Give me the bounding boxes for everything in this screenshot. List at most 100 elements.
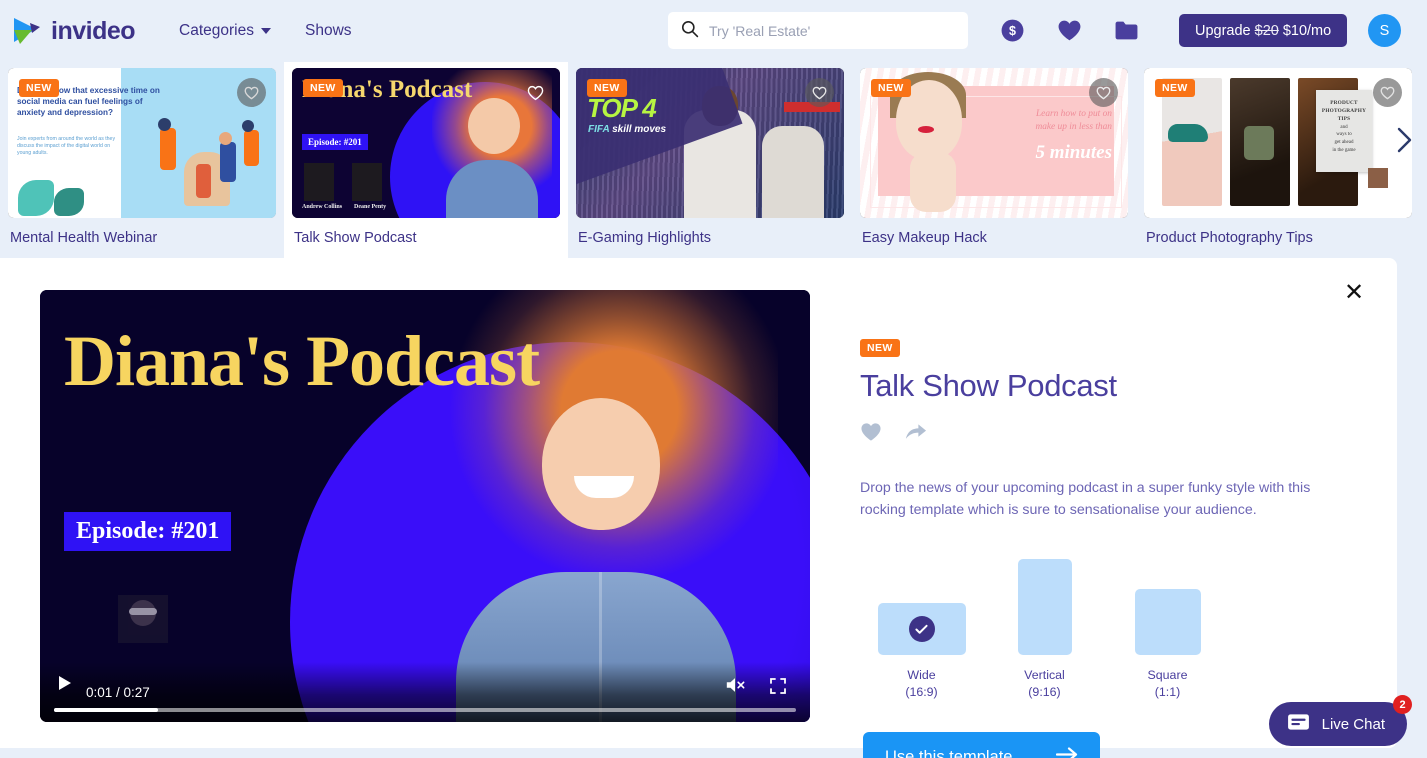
search-bar[interactable] — [668, 12, 968, 49]
thumb-line2: make up in less than — [1035, 122, 1112, 132]
aspect-ratio-name: Square — [1148, 668, 1188, 682]
avatar[interactable]: S — [1368, 14, 1401, 47]
template-title: Product Photography Tips — [1144, 230, 1412, 246]
video-progress-fill — [54, 708, 158, 712]
live-chat-label: Live Chat — [1322, 716, 1385, 733]
detail-title: Talk Show Podcast — [860, 368, 1350, 404]
aspect-ratio-option-vertical[interactable]: Vertical (9:16) — [983, 559, 1106, 702]
aspect-ratio-option-wide[interactable]: Wide (16:9) — [860, 603, 983, 702]
thumb-note-l3: get ahead — [1316, 139, 1372, 147]
aspect-ratio-name: Wide — [907, 668, 935, 682]
template-card[interactable]: Did you know that excessive time on soci… — [0, 62, 284, 258]
close-icon[interactable]: ✕ — [1341, 280, 1367, 306]
check-circle-icon — [909, 616, 935, 642]
upgrade-prefix: Upgrade — [1195, 23, 1251, 39]
search-icon — [680, 19, 699, 43]
thumb-note-l4: in the game — [1316, 147, 1372, 155]
aspect-ratio-swatch — [878, 603, 966, 655]
thumb-line1: Learn how to put on — [1036, 109, 1112, 119]
thumb-subtext: Join experts from around the world as th… — [17, 136, 121, 157]
nav-item-shows[interactable]: Shows — [305, 22, 352, 40]
thumb-headline: TOP 4 — [587, 93, 656, 124]
video-guest-thumbnail — [118, 595, 168, 643]
favorite-heart-icon[interactable] — [521, 78, 550, 107]
thumb-note-l1: and — [1316, 124, 1372, 132]
use-template-label: Use this template — [885, 748, 1012, 758]
play-triangle-icon — [10, 14, 44, 48]
live-chat-unread-badge: 2 — [1393, 695, 1412, 714]
video-player[interactable]: Diana's Podcast Episode: #201 0:01 / 0:2… — [40, 290, 810, 722]
upgrade-button[interactable]: Upgrade $20 $10/mo — [1179, 14, 1347, 47]
template-thumbnail[interactable]: Did you know that excessive time on soci… — [8, 68, 276, 218]
template-detail-modal: ✕ Diana's Podcast Episode: #201 — [0, 258, 1397, 748]
template-title: E-Gaming Highlights — [576, 230, 844, 246]
template-detail-panel: NEW Talk Show Podcast Drop the news of y… — [860, 338, 1350, 758]
template-title: Talk Show Podcast — [292, 230, 560, 246]
aspect-ratio-selector: Wide (16:9) Vertical (9:16) Square (1: — [860, 559, 1350, 702]
detail-description: Drop the news of your upcoming podcast i… — [860, 477, 1350, 521]
favorite-heart-icon[interactable] — [237, 78, 266, 107]
template-title: Mental Health Webinar — [8, 230, 276, 246]
thumb-episode: Episode: #201 — [302, 134, 368, 150]
header-icon-group: $ — [1000, 18, 1139, 48]
thumb-guest-name: Deane Penty — [354, 204, 386, 210]
video-progress-bar[interactable] — [54, 708, 796, 712]
template-card-selected[interactable]: Diana's Podcast Episode: #201 Andrew Col… — [284, 62, 568, 258]
folder-icon[interactable] — [1114, 20, 1139, 46]
aspect-ratio-value: (16:9) — [905, 685, 937, 699]
search-input[interactable] — [709, 23, 949, 39]
like-heart-icon[interactable] — [860, 422, 882, 447]
template-thumbnail[interactable]: Learn how to put on make up in less than… — [860, 68, 1128, 218]
thumb-note-title: PRODUCT PHOTOGRAPHY TIPS — [1316, 90, 1372, 124]
page-root: invideo Categories Shows $ — [0, 0, 1427, 758]
thumb-note-l2: ways to — [1316, 131, 1372, 139]
carousel-next-chevron-right-icon[interactable] — [1387, 120, 1421, 160]
use-this-template-button[interactable]: Use this template — [863, 732, 1100, 758]
thumb-guest-name: Andrew Collins — [302, 204, 342, 210]
new-badge: NEW — [303, 79, 343, 97]
template-carousel: Did you know that excessive time on soci… — [0, 62, 1427, 258]
dollar-circle-icon[interactable]: $ — [1000, 18, 1025, 48]
thumb-sub-b: skill moves — [612, 124, 666, 135]
video-time-display: 0:01 / 0:27 — [86, 685, 150, 700]
nav-item-categories[interactable]: Categories — [179, 22, 271, 40]
live-chat-button[interactable]: Live Chat 2 — [1269, 702, 1407, 746]
new-badge: NEW — [19, 79, 59, 97]
video-title: Diana's Podcast — [64, 326, 539, 397]
favorite-heart-icon[interactable] — [1373, 78, 1402, 107]
thumb-line3: 5 minutes — [1035, 142, 1112, 164]
play-icon[interactable] — [58, 675, 72, 696]
aspect-ratio-name: Vertical — [1024, 668, 1065, 682]
volume-muted-icon[interactable] — [724, 675, 746, 700]
template-card[interactable]: TOP 4 FIFA skill moves NEW E-Gaming High… — [568, 62, 852, 258]
share-arrow-icon[interactable] — [904, 422, 927, 447]
template-thumbnail[interactable]: Diana's Podcast Episode: #201 Andrew Col… — [292, 68, 560, 218]
template-title: Easy Makeup Hack — [860, 230, 1128, 246]
video-controls: 0:01 / 0:27 — [40, 662, 810, 722]
template-card[interactable]: Learn how to put on make up in less than… — [852, 62, 1136, 258]
fullscreen-icon[interactable] — [770, 678, 786, 699]
detail-action-row — [860, 422, 1350, 447]
template-thumbnail[interactable]: PRODUCT PHOTOGRAPHY TIPS and ways to get… — [1144, 68, 1412, 218]
logo-wordmark: invideo — [51, 17, 135, 46]
heart-icon[interactable] — [1057, 19, 1082, 47]
aspect-ratio-swatch — [1018, 559, 1072, 655]
template-card[interactable]: PRODUCT PHOTOGRAPHY TIPS and ways to get… — [1136, 62, 1420, 258]
favorite-heart-icon[interactable] — [805, 78, 834, 107]
template-thumbnail[interactable]: TOP 4 FIFA skill moves NEW — [576, 68, 844, 218]
nav-label-categories: Categories — [179, 22, 254, 40]
main-nav: Categories Shows — [179, 22, 352, 40]
favorite-heart-icon[interactable] — [1089, 78, 1118, 107]
new-badge: NEW — [1155, 79, 1195, 97]
aspect-ratio-value: (1:1) — [1155, 685, 1180, 699]
arrow-right-icon — [1056, 747, 1078, 758]
invideo-logo[interactable]: invideo — [10, 14, 135, 48]
chevron-down-icon — [261, 28, 271, 34]
video-episode-label: Episode: #201 — [64, 512, 231, 551]
thumb-sub-a: FIFA — [588, 124, 612, 135]
upgrade-new-price: $10/mo — [1283, 23, 1331, 39]
aspect-ratio-option-square[interactable]: Square (1:1) — [1106, 589, 1229, 702]
avatar-initial: S — [1380, 23, 1390, 39]
new-badge: NEW — [871, 79, 911, 97]
chat-bubble-icon — [1287, 713, 1310, 735]
